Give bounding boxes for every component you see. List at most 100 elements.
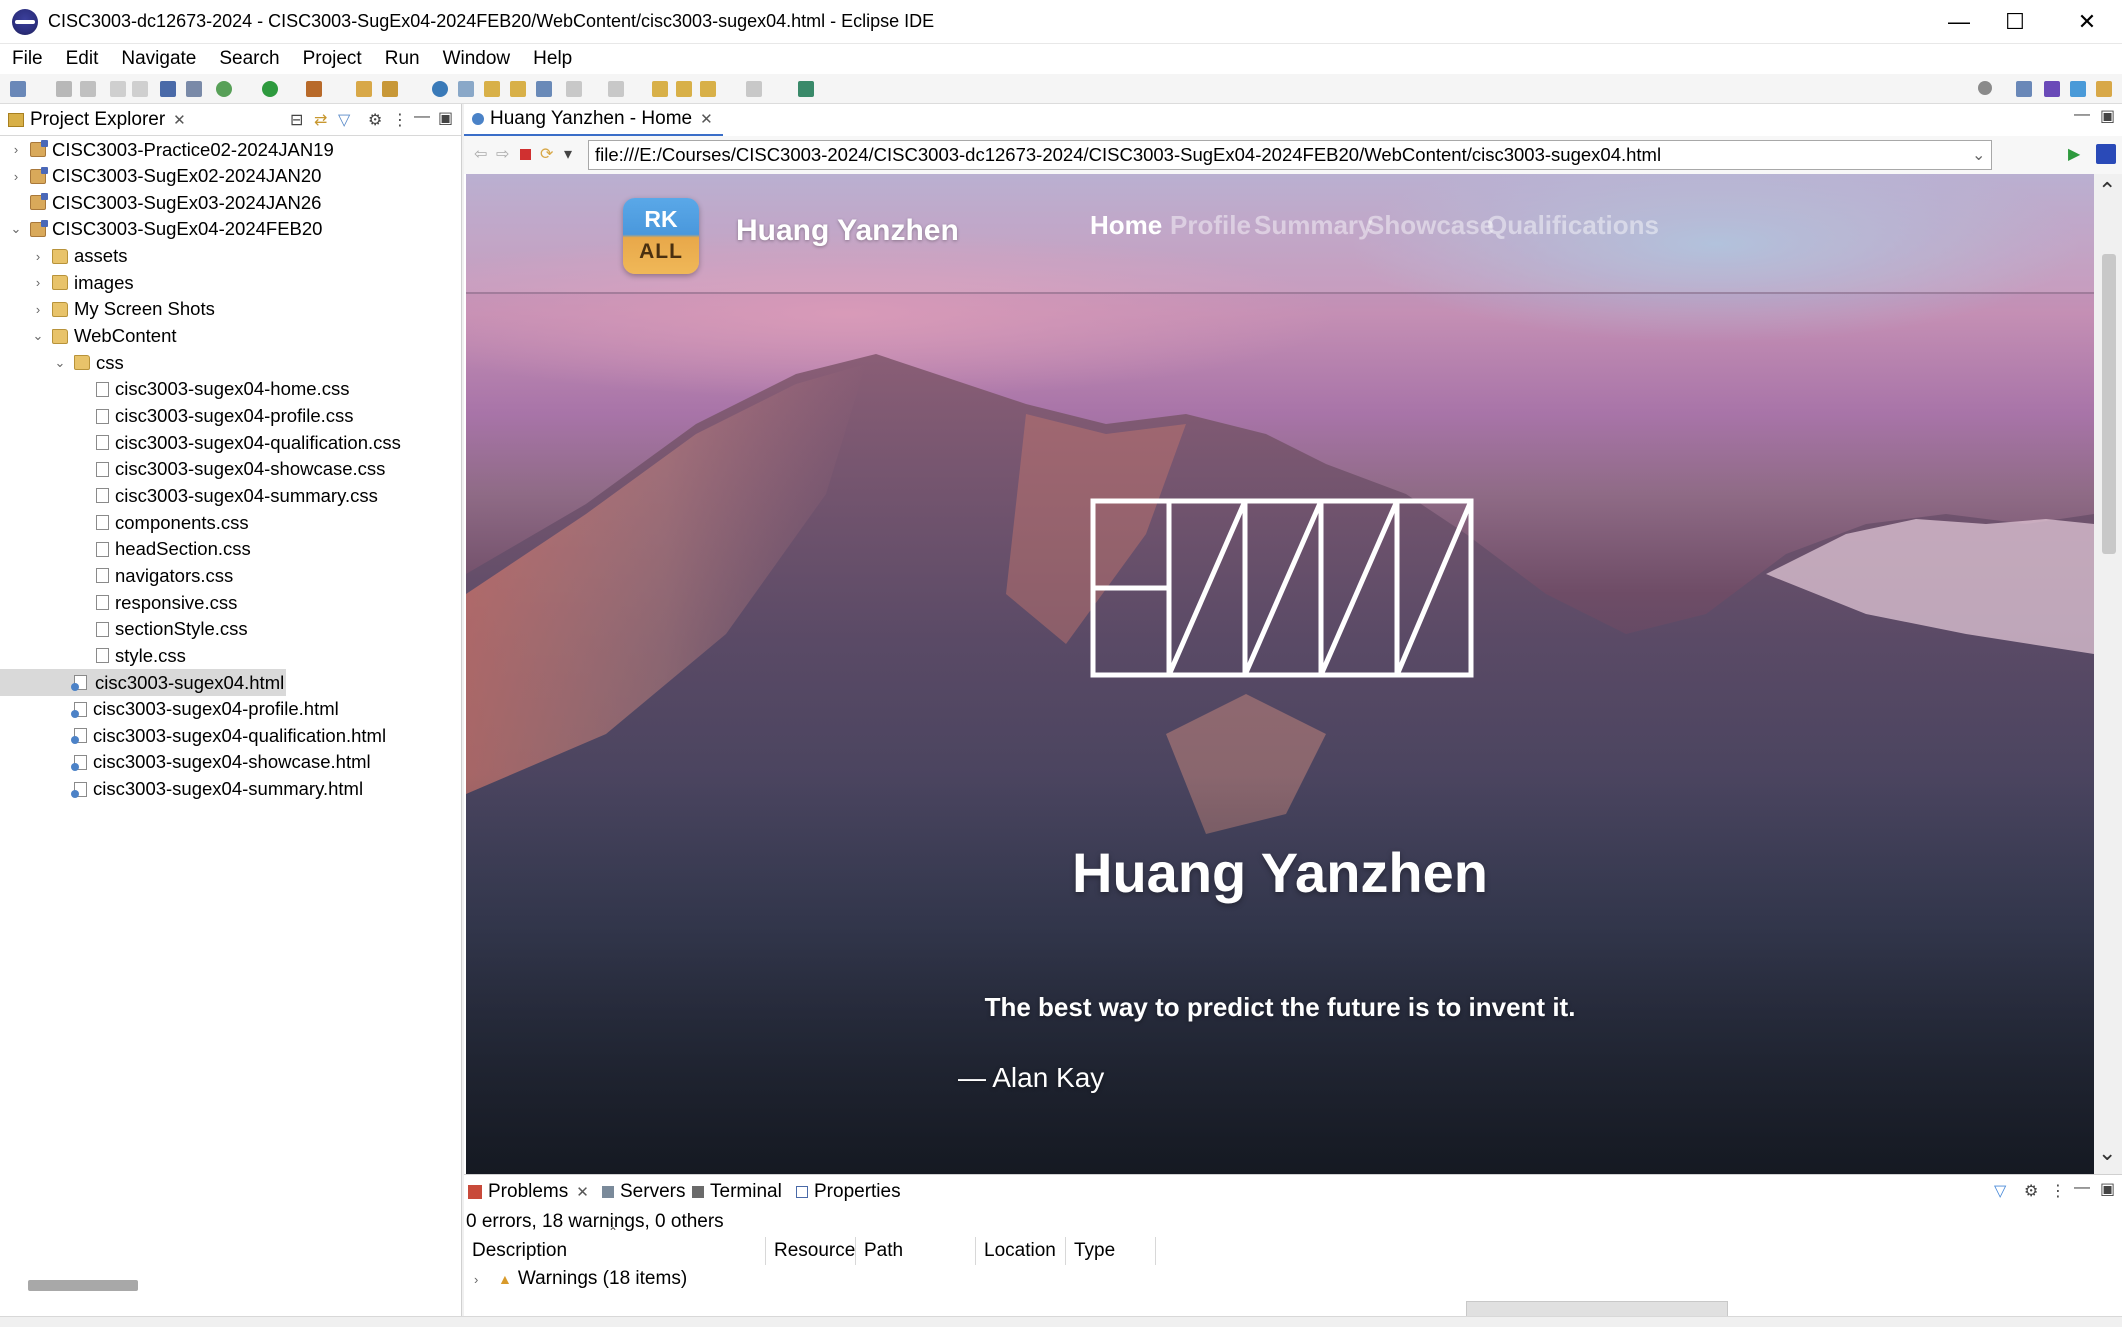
tree-item[interactable]: ⌄ CISC3003-SugEx04-2024FEB20 bbox=[0, 216, 323, 243]
close-editor-icon[interactable]: ✕ bbox=[700, 110, 713, 128]
editor-minimize-icon[interactable]: — bbox=[2074, 106, 2090, 124]
expand-warnings-icon[interactable]: › bbox=[474, 1272, 488, 1287]
browser-vscroll[interactable]: ⌃ ⌄ bbox=[2094, 174, 2122, 1174]
menu-file[interactable]: File bbox=[0, 48, 54, 70]
tree-item[interactable]: cisc3003-sugex04-profile.html bbox=[0, 696, 339, 723]
open-type-icon[interactable] bbox=[356, 81, 372, 97]
open-perspective-icon[interactable] bbox=[2016, 81, 2032, 97]
forward-nav-icon[interactable]: ⇨ bbox=[496, 144, 509, 164]
close-problems-icon[interactable]: ✕ bbox=[576, 1183, 589, 1201]
open-task-icon[interactable] bbox=[382, 81, 398, 97]
tab-huang-yanzhen-home[interactable]: Huang Yanzhen - Home ✕ bbox=[464, 104, 723, 136]
tree-item[interactable]: cisc3003-sugex04-home.css bbox=[0, 376, 349, 403]
save-icon[interactable] bbox=[56, 81, 72, 97]
browser-vscroll-thumb[interactable] bbox=[2102, 254, 2116, 554]
tree-item[interactable]: cisc3003-sugex04-summary.html bbox=[0, 776, 363, 803]
tree-item[interactable]: sectionStyle.css bbox=[0, 616, 248, 643]
debug-icon[interactable] bbox=[216, 81, 232, 97]
view-menu-icon[interactable]: ⋮ bbox=[392, 110, 408, 130]
problems-minimize-icon[interactable]: — bbox=[2074, 1179, 2090, 1197]
expand-toggle-icon[interactable]: › bbox=[10, 142, 22, 157]
go-icon[interactable]: ▶ bbox=[2068, 144, 2080, 164]
web-page-viewport[interactable]: RK ALL Huang Yanzhen Home Profile Summar… bbox=[466, 174, 2094, 1174]
nav-home[interactable]: Home bbox=[1090, 210, 1162, 241]
collapse-all-icon[interactable]: ⊟ bbox=[290, 110, 303, 130]
expand-toggle-icon[interactable]: › bbox=[10, 169, 22, 184]
tab-properties[interactable]: Properties bbox=[796, 1181, 901, 1203]
external-tools-icon[interactable] bbox=[306, 81, 322, 97]
col-location[interactable]: Location bbox=[976, 1237, 1066, 1265]
search-icon[interactable] bbox=[1978, 81, 1992, 95]
pin-editor-icon[interactable] bbox=[798, 81, 814, 97]
col-description[interactable]: Description bbox=[464, 1237, 766, 1265]
skip-breakpoints-icon[interactable] bbox=[186, 81, 202, 97]
col-type[interactable]: Type bbox=[1066, 1237, 1156, 1265]
tree-item[interactable]: cisc3003-sugex04-profile.css bbox=[0, 403, 354, 430]
nav-dropdown-icon[interactable]: ▾ bbox=[564, 144, 572, 164]
site-logo[interactable]: RK ALL bbox=[623, 198, 699, 274]
expand-toggle-icon[interactable]: › bbox=[32, 249, 44, 264]
tree-item[interactable]: › CISC3003-Practice02-2024JAN19 bbox=[0, 136, 334, 163]
tree-item[interactable]: › assets bbox=[0, 243, 128, 270]
tree-item[interactable]: cisc3003-sugex04-qualification.css bbox=[0, 429, 401, 456]
menu-search[interactable]: Search bbox=[207, 48, 290, 70]
new-project-icon[interactable] bbox=[484, 81, 500, 97]
refresh-icon[interactable]: ⟳ bbox=[540, 144, 553, 164]
tree-item[interactable]: CISC3003-SugEx03-2024JAN26 bbox=[0, 189, 321, 216]
back-nav-icon[interactable]: ⇦ bbox=[474, 144, 487, 164]
expand-toggle-icon[interactable]: ⌄ bbox=[54, 355, 66, 371]
tree-item[interactable]: › My Screen Shots bbox=[0, 296, 215, 323]
tree-item[interactable]: components.css bbox=[0, 509, 249, 536]
tree-item[interactable]: style.css bbox=[0, 642, 186, 669]
menu-help[interactable]: Help bbox=[521, 48, 583, 70]
history-back-icon[interactable] bbox=[700, 81, 716, 97]
problems-menu-icon[interactable]: ⋮ bbox=[2050, 1181, 2066, 1201]
nav-summary[interactable]: Summary bbox=[1254, 210, 1373, 241]
scroll-down-icon[interactable]: ⌄ bbox=[2098, 1140, 2116, 1166]
minimize-view-icon[interactable]: — bbox=[414, 108, 430, 126]
tree-item[interactable]: ⌄ css bbox=[0, 349, 124, 376]
expand-toggle-icon[interactable]: ⌄ bbox=[10, 221, 22, 237]
tree-item[interactable]: responsive.css bbox=[0, 589, 237, 616]
expand-toggle-icon[interactable]: ⌄ bbox=[32, 328, 44, 344]
tree-item[interactable]: › images bbox=[0, 269, 134, 296]
expand-toggle-icon[interactable]: › bbox=[32, 302, 44, 317]
tab-terminal[interactable]: Terminal bbox=[692, 1181, 782, 1203]
site-brand[interactable]: Huang Yanzhen bbox=[736, 214, 959, 248]
menu-run[interactable]: Run bbox=[373, 48, 431, 70]
last-edit-icon[interactable] bbox=[652, 81, 668, 97]
undo-icon[interactable] bbox=[110, 81, 126, 97]
nav-qualifications[interactable]: Qualifications bbox=[1487, 210, 1659, 241]
tree-item[interactable]: cisc3003-sugex04-showcase.html bbox=[0, 749, 371, 776]
scroll-up-icon[interactable]: ⌃ bbox=[2098, 178, 2116, 204]
tree-item[interactable]: headSection.css bbox=[0, 536, 251, 563]
menu-navigate[interactable]: Navigate bbox=[109, 48, 207, 70]
tree-item[interactable]: cisc3003-sugex04.html bbox=[0, 669, 287, 696]
menu-window[interactable]: Window bbox=[431, 48, 522, 70]
tree-item[interactable]: › CISC3003-SugEx02-2024JAN20 bbox=[0, 163, 322, 190]
redo-icon[interactable] bbox=[132, 81, 148, 97]
col-resource[interactable]: Resource bbox=[766, 1237, 856, 1265]
tree-item[interactable]: cisc3003-sugex04-showcase.css bbox=[0, 456, 385, 483]
back-icon[interactable] bbox=[676, 81, 692, 97]
problems-maximize-icon[interactable]: ▣ bbox=[2100, 1179, 2115, 1199]
menu-edit[interactable]: Edit bbox=[54, 48, 110, 70]
menu-project[interactable]: Project bbox=[291, 48, 373, 70]
save-all-icon[interactable] bbox=[80, 81, 96, 97]
filter-icon[interactable]: ▽ bbox=[338, 110, 350, 130]
search-files-icon[interactable] bbox=[536, 81, 552, 97]
tree-item[interactable]: cisc3003-sugex04-qualification.html bbox=[0, 722, 386, 749]
forward-icon[interactable] bbox=[746, 81, 762, 97]
link-editor-icon[interactable]: ⇄ bbox=[314, 110, 327, 130]
nav-profile[interactable]: Profile bbox=[1170, 210, 1251, 241]
tree-item[interactable]: ⌄ WebContent bbox=[0, 323, 177, 350]
new-server-icon[interactable] bbox=[458, 81, 474, 97]
url-history-chevron-icon[interactable]: ⌄ bbox=[1972, 145, 1985, 165]
nav-showcase[interactable]: Showcase bbox=[1367, 210, 1494, 241]
new-file-icon[interactable] bbox=[510, 81, 526, 97]
prev-annotation-icon[interactable] bbox=[608, 81, 624, 97]
maximize-button[interactable]: ☐ bbox=[1982, 0, 2048, 44]
terminal-icon[interactable] bbox=[160, 81, 176, 97]
stop-icon[interactable] bbox=[520, 149, 531, 160]
tab-project-explorer[interactable]: Project Explorer bbox=[30, 109, 165, 131]
